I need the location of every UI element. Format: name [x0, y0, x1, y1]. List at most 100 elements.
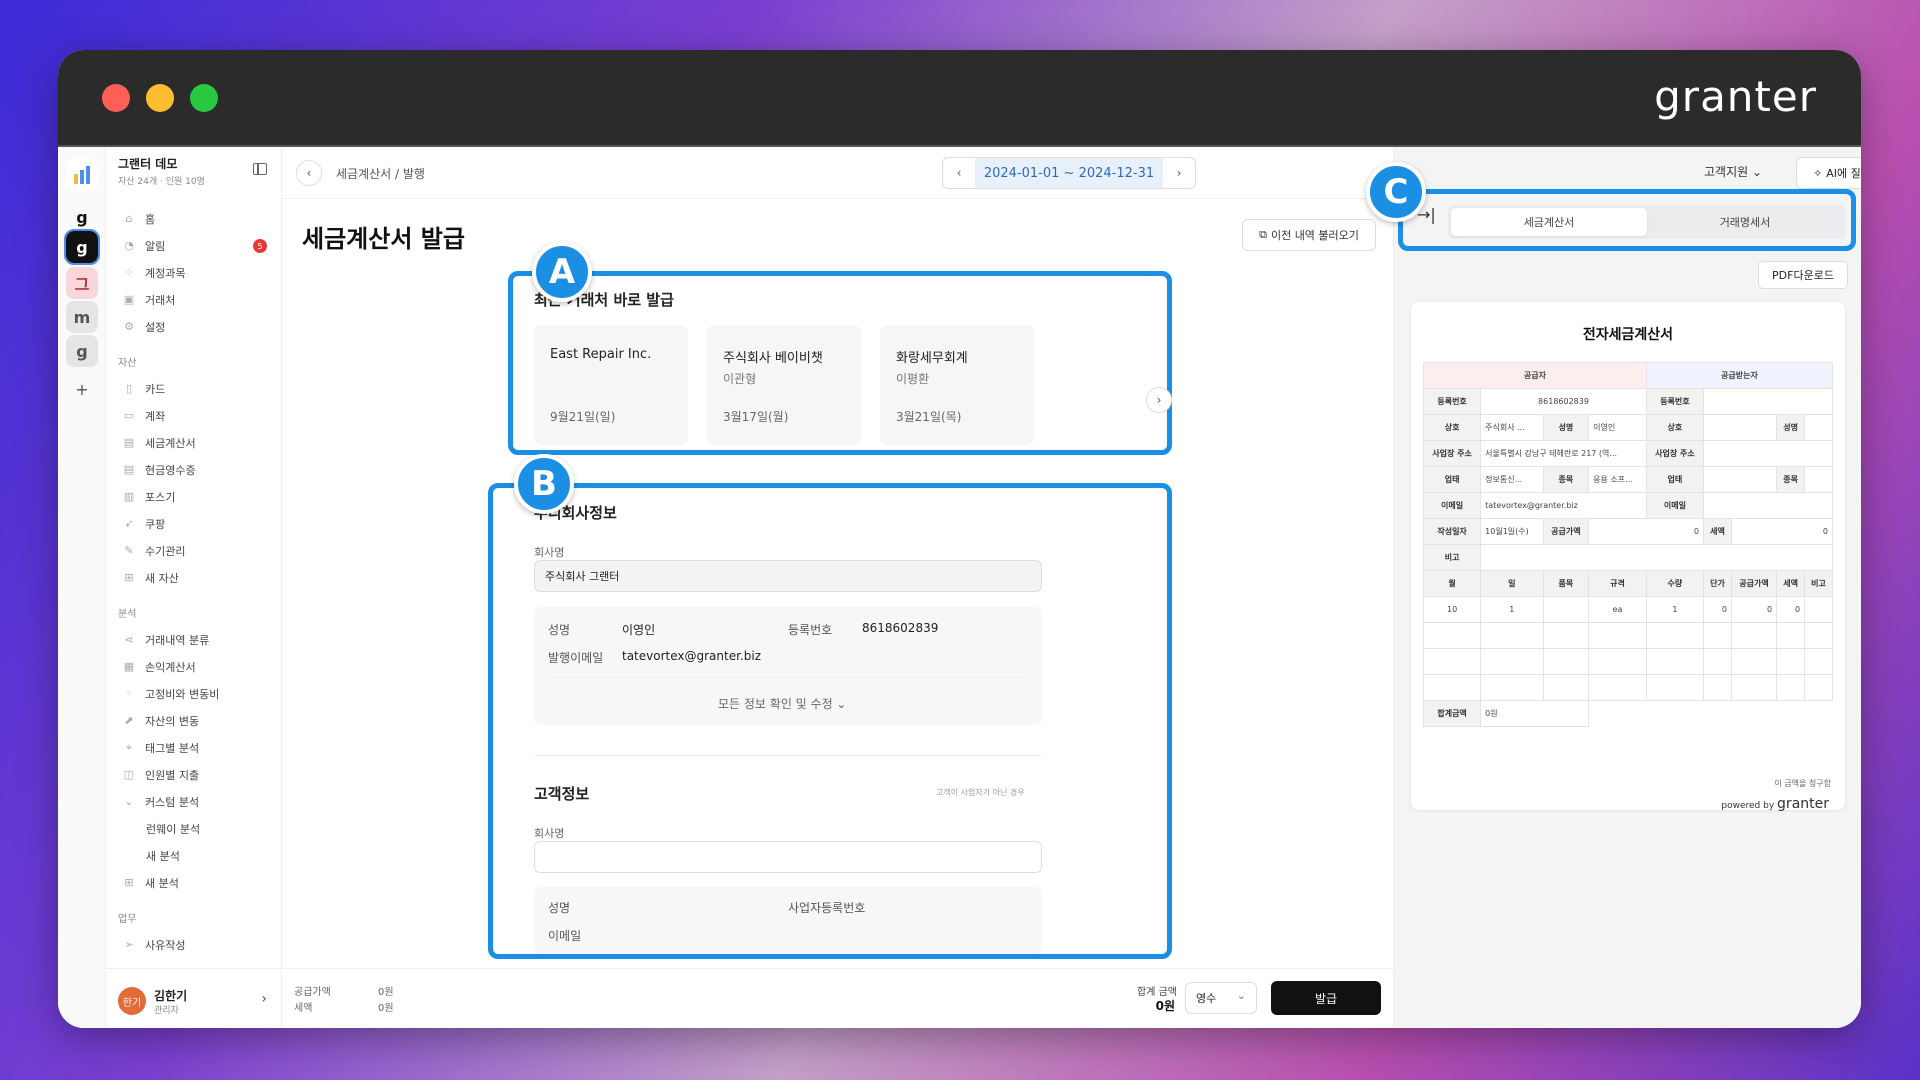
receiver-rep-label: 성명 — [1776, 414, 1806, 441]
bottom-summary-bar: 공급가액 0원 세액 0원 합계 금액 0원 영수 발급 — [282, 968, 1393, 1028]
chart-logo-icon[interactable] — [66, 159, 98, 191]
sidebar-item-label: 새 자산 — [145, 571, 179, 585]
section-work: 업무 — [118, 914, 137, 925]
sidebar-item-reason[interactable]: ➢ 사유작성 — [106, 931, 281, 958]
col-tax: 세액 — [1776, 570, 1806, 597]
sidebar-item-classify[interactable]: ⋖ 거래내역 분류 — [106, 626, 281, 653]
sidebar-item-asset-change[interactable]: ⬈ 자산의 변동 — [106, 707, 281, 734]
next-cards-button[interactable]: › — [1146, 387, 1172, 413]
date-range-value[interactable]: 2024-01-01 ~ 2024-12-31 — [975, 158, 1163, 188]
sidebar-item-cash-receipt[interactable]: ▤ 현금영수증 — [106, 456, 281, 483]
view-all-info-button[interactable]: 모든 정보 확인 및 수정 ⌄ — [718, 695, 847, 712]
customer-info-title: 고객정보 — [534, 785, 590, 803]
sidebar-item-accounts[interactable]: ⁘ 계정과목 — [106, 259, 281, 286]
workspace-rail: g g 그 m g + — [58, 147, 106, 1028]
sidebar-nav: ⌂ 홈 ◔ 알림 5 ⁘ 계정과목 ▣ 거래처 ⚙ 설정 자산 ▯ 카드 ▭ 계좌 ▤ 세금계산서… — [106, 205, 281, 958]
plus-square-icon: ⊞ — [124, 876, 134, 889]
receiver-biz-label: 상호 — [1645, 414, 1705, 441]
sidebar-item-people-spend[interactable]: ◫ 인원별 지출 — [106, 761, 281, 788]
sidebar-item-label: 알림 — [145, 239, 166, 253]
receiver-header: 공급받는자 — [1645, 362, 1834, 389]
sidebar-item-pos[interactable]: ▥ 포스기 — [106, 483, 281, 510]
sidebar-item-label: 커스텀 분석 — [145, 795, 200, 809]
sidebar-item-partners[interactable]: ▣ 거래처 — [106, 286, 281, 313]
sidebar-item-tag-analysis[interactable]: ⌖ 태그별 분석 — [106, 734, 281, 761]
sidebar-item-new-analysis[interactable]: ⊞ 새 분석 — [106, 869, 281, 896]
sidebar-item-home[interactable]: ⌂ 홈 — [106, 205, 281, 232]
sidebar-item-label: 새 분석 — [145, 876, 179, 890]
supply-amount-value: 0원 — [378, 987, 394, 998]
customer-name-input[interactable] — [534, 841, 1042, 873]
receipt-type-select[interactable]: 영수 — [1185, 982, 1257, 1014]
sidebar-item-bank[interactable]: ▭ 계좌 — [106, 402, 281, 429]
company-name-input[interactable]: 주식회사 그랜터 — [534, 560, 1042, 592]
sidebar-item-label: 거래처 — [145, 293, 176, 307]
recent-partner-card[interactable]: East Repair Inc. 9월21일(일) — [534, 325, 688, 445]
sidebar-item-label: 사유작성 — [145, 938, 186, 952]
section-analysis: 분석 — [118, 609, 137, 620]
non-business-customer-link[interactable]: 고객이 사업자가 아닌 경우 — [936, 787, 1025, 798]
sidebar-item-coupang[interactable]: ➶ 쿠팡 — [106, 510, 281, 537]
sidebar-item-label: 거래내역 분류 — [145, 633, 210, 647]
recent-partner-card[interactable]: 화랑세무회계 이평환 3월21일(목) — [880, 325, 1034, 445]
top-bar: ‹ 세금계산서 / 발행 ‹ 2024-01-01 ~ 2024-12-31 › — [282, 147, 1393, 199]
partner-date: 3월21일(목) — [896, 410, 962, 424]
sidebar-item-settings[interactable]: ⚙ 설정 — [106, 313, 281, 340]
sidebar-item-runway[interactable]: 런웨이 분석 — [106, 815, 281, 842]
maximize-window-button[interactable] — [190, 84, 218, 112]
back-button[interactable]: ‹ — [296, 160, 322, 186]
receiver-item-label: 종목 — [1776, 466, 1806, 493]
sidebar-item-new-asset[interactable]: ⊞ 새 자산 — [106, 564, 281, 591]
sidebar-item-label: 세금계산서 — [145, 436, 196, 450]
user-profile[interactable]: 한기 김한기 관리자 › — [106, 968, 281, 1028]
sidebar-item-label: 계좌 — [145, 409, 166, 423]
sidebar-item-manual[interactable]: ✎ 수기관리 — [106, 537, 281, 564]
sidebar-item-pl[interactable]: ▦ 손익계산서 — [106, 653, 281, 680]
workspace-g2-active[interactable]: g — [64, 229, 100, 265]
date-range-picker[interactable]: ‹ 2024-01-01 ~ 2024-12-31 › — [942, 157, 1196, 189]
org-name: 그랜터 데모 — [118, 157, 178, 171]
breadcrumb: 세금계산서 / 발행 — [336, 167, 425, 181]
reg-label: 등록번호 — [1422, 388, 1482, 415]
sidebar-item-custom-new[interactable]: 새 분석 — [106, 842, 281, 869]
org-header[interactable]: 그랜터 데모 자산 24개 · 인원 10명 — [118, 155, 205, 187]
support-menu[interactable]: 고객지원 ⌄ — [1704, 163, 1762, 180]
customer-reg-label: 사업자등록번호 — [788, 901, 866, 915]
receipt-icon: ▤ — [123, 463, 135, 476]
workspace-geu[interactable]: 그 — [66, 267, 98, 299]
prev-period-button[interactable]: ‹ — [943, 166, 975, 180]
pdf-download-button[interactable]: PDF다운로드 — [1758, 261, 1848, 289]
marker-b: B — [514, 454, 574, 514]
avatar: 한기 — [118, 987, 146, 1015]
next-period-button[interactable]: › — [1163, 166, 1195, 180]
minimize-window-button[interactable] — [146, 84, 174, 112]
sidebar-item-alerts[interactable]: ◔ 알림 5 — [106, 232, 281, 259]
load-previous-button[interactable]: ⧉ 이전 내역 불러오기 — [1242, 219, 1376, 251]
trend-icon: ⬈ — [124, 714, 134, 727]
sidebar-item-fixed-variable[interactable]: ◦ 고정비와 변동비 — [106, 680, 281, 707]
support-label: 고객지원 — [1704, 165, 1749, 179]
workspace-g3[interactable]: g — [66, 335, 98, 367]
sidebar-item-tax-invoice[interactable]: ▤ 세금계산서 — [106, 429, 281, 456]
close-window-button[interactable] — [102, 84, 130, 112]
ask-ai-button[interactable]: ✧AI에 질문 — [1796, 157, 1861, 189]
sidebar-item-custom[interactable]: ⌄ 커스텀 분석 — [106, 788, 281, 815]
table-row — [1422, 648, 1833, 675]
tax-amount-label: 세액 — [294, 1003, 313, 1014]
add-workspace-icon[interactable]: + — [66, 373, 98, 405]
send-icon: ➢ — [124, 938, 134, 951]
partner-date: 9월21일(일) — [550, 410, 616, 424]
marker-a: A — [532, 242, 592, 302]
customer-email-label: 이메일 — [548, 929, 582, 943]
col-month: 월 — [1422, 570, 1482, 597]
workspace-g1[interactable]: g — [66, 201, 98, 233]
workspace-m[interactable]: m — [66, 301, 98, 333]
powered-by-label: powered by — [1721, 801, 1775, 811]
business-item-value: 응용 소프... — [1588, 466, 1647, 493]
issue-button[interactable]: 발급 — [1271, 981, 1381, 1015]
sidebar-item-card[interactable]: ▯ 카드 — [106, 375, 281, 402]
partner-name: 화랑세무회계 — [896, 351, 968, 366]
issuer-email-label: 발행이메일 — [548, 651, 604, 665]
sidebar-toggle-icon[interactable] — [253, 163, 267, 175]
recent-partner-card[interactable]: 주식회사 베이비챗 이관형 3월17일(월) — [707, 325, 861, 445]
